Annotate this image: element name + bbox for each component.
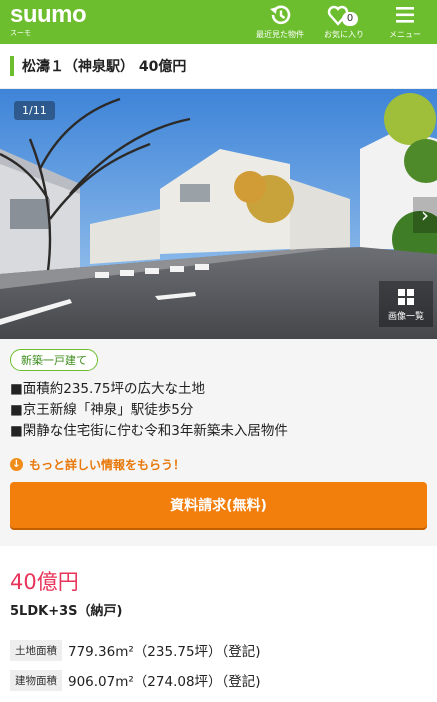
- spec-label: 建物面積: [10, 669, 62, 691]
- street-photo: [0, 89, 437, 339]
- title-row: 松濤１（神泉駅） 40億円: [0, 44, 437, 89]
- spec-value: 779.36m²（235.75坪）（登記): [68, 644, 261, 660]
- request-info-button[interactable]: 資料請求(無料): [10, 482, 427, 528]
- price: 40億円: [10, 570, 79, 594]
- spec-row: 土地面積 779.36m²（235.75坪）（登記): [10, 639, 427, 661]
- chevron-right-icon: ›: [421, 203, 429, 227]
- hamburger-icon: [396, 7, 414, 23]
- price-section: 40億円 5LDK+3S（納戸) 土地面積 779.36m²（235.75坪）（…: [0, 546, 437, 691]
- favorites-button[interactable]: 0 お気に入り: [324, 2, 364, 40]
- gallery-label: 画像一覧: [387, 312, 424, 322]
- title-accent-bar: [10, 56, 14, 76]
- summary-section: 新築一戸建て ■面積約235.75坪の広大な土地 ■京王新線「神泉」駅徒歩5分 …: [0, 339, 437, 546]
- selling-points: ■面積約235.75坪の広大な土地 ■京王新線「神泉」駅徒歩5分 ■閑静な住宅街…: [10, 379, 427, 442]
- more-info-label: もっと詳しい情報をもらう！: [29, 458, 186, 472]
- arrow-down-circle-icon: ↓: [10, 458, 23, 471]
- selling-point: ■閑静な住宅街に佇む令和3年新築未入居物件: [10, 423, 288, 439]
- favorites-label: お気に入り: [324, 30, 364, 39]
- selling-point: ■京王新線「神泉」駅徒歩5分: [10, 402, 194, 418]
- more-info-link[interactable]: ↓ もっと詳しい情報をもらう！: [10, 456, 427, 473]
- property-photo[interactable]: 1/11 › 画像一覧: [0, 89, 437, 339]
- favorites-count-badge: 0: [342, 12, 358, 26]
- grid-icon: [398, 289, 414, 305]
- history-icon: [270, 5, 291, 25]
- spec-value: 906.07m²（274.08坪）（登記): [68, 674, 261, 690]
- next-photo-button[interactable]: ›: [413, 197, 437, 233]
- menu-button[interactable]: メニュー: [389, 2, 421, 40]
- photo-counter: 1/11: [14, 101, 55, 120]
- request-info-label: 資料請求(無料): [170, 498, 267, 514]
- menu-label: メニュー: [389, 30, 421, 39]
- spec-row: 建物面積 906.07m²（274.08坪）（登記): [10, 669, 427, 691]
- suumo-logo[interactable]: suumo スーモ: [10, 1, 87, 38]
- property-type-tag: 新築一戸建て: [10, 349, 98, 371]
- gallery-button[interactable]: 画像一覧: [379, 281, 433, 327]
- app-header: suumo スーモ 最近見た物件 0 お気に入り メニュー: [0, 0, 437, 44]
- logo-text: suumo: [10, 1, 87, 28]
- recent-views-button[interactable]: 最近見た物件: [256, 2, 304, 40]
- selling-point: ■面積約235.75坪の広大な土地: [10, 381, 205, 397]
- recent-views-label: 最近見た物件: [256, 30, 304, 39]
- spec-label: 土地面積: [10, 639, 62, 661]
- floor-plan: 5LDK+3S（納戸): [10, 604, 123, 619]
- property-title: 松濤１（神泉駅） 40億円: [22, 59, 187, 75]
- logo-subtext: スーモ: [10, 29, 31, 37]
